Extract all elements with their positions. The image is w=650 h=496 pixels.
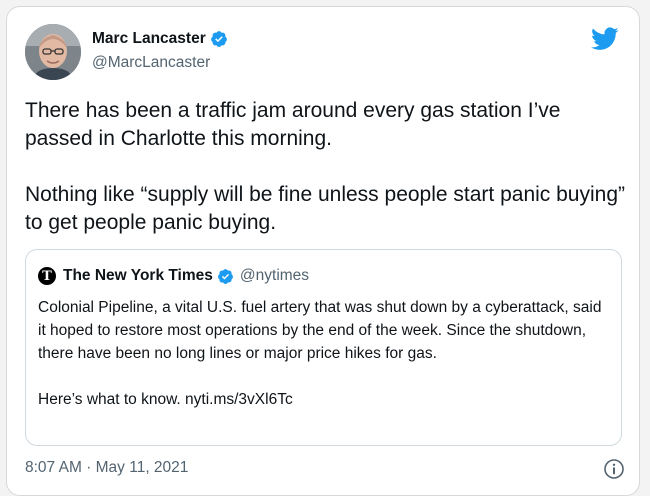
quoted-author-name: The New York Times [63, 267, 213, 284]
quoted-tweet-text: Colonial Pipeline, a vital U.S. fuel art… [38, 299, 602, 408]
tweet-card: Marc Lancaster @MarcLancaster There has … [6, 6, 640, 496]
quoted-tweet-header: T The New York Times @nytimes [38, 267, 309, 285]
author-avatar[interactable] [25, 24, 81, 80]
verified-badge-icon [217, 268, 234, 285]
tweet-text: There has been a traffic jam around ever… [25, 99, 625, 234]
avatar-photo [25, 24, 81, 80]
quoted-author-handle: @nytimes [239, 267, 310, 284]
tweet-timestamp[interactable]: 8:07 AM · May 11, 2021 [25, 459, 188, 477]
twitter-bird-icon[interactable] [591, 27, 619, 56]
quoted-tweet[interactable]: T The New York Times @nytimes Colonial P… [25, 249, 622, 446]
verified-badge-icon [210, 30, 228, 48]
author-name[interactable]: Marc Lancaster [92, 30, 206, 48]
info-icon[interactable] [603, 458, 625, 485]
author-name-row: Marc Lancaster [92, 30, 228, 48]
author-handle[interactable]: @MarcLancaster [92, 54, 210, 72]
nyt-logo-icon: T [38, 267, 56, 285]
